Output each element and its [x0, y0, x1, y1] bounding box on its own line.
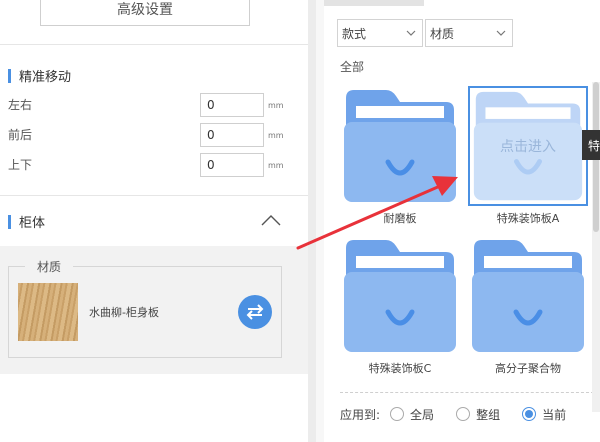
material-tile[interactable]	[340, 236, 460, 356]
front-back-label: 前后	[8, 128, 33, 142]
left-right-unit: mm	[268, 101, 284, 110]
apply-global-option[interactable]: 全局	[390, 406, 434, 423]
left-right-input[interactable]: 0	[200, 93, 264, 117]
panel-splitter[interactable]	[308, 0, 316, 442]
material-tile[interactable]	[468, 236, 588, 356]
material-name: 水曲柳-柜身板	[89, 306, 159, 319]
tile-label: 特殊装饰板C	[368, 362, 432, 375]
enter-hint: 点击进入	[500, 139, 556, 155]
apply-to-row: 应用到: 全局 整组 当前	[340, 404, 588, 424]
chevron-up-icon[interactable]	[260, 212, 282, 228]
radio-global[interactable]	[390, 407, 405, 421]
material-section: 材质 水曲柳-柜身板	[0, 246, 308, 374]
front-back-input[interactable]: 0	[200, 123, 264, 147]
divider	[0, 195, 308, 196]
material-filter-select[interactable]: 材质	[425, 19, 513, 47]
section-accent-bar	[8, 68, 11, 83]
advanced-settings-button[interactable]: 高级设置	[40, 0, 250, 26]
chevron-down-icon	[406, 30, 416, 36]
up-down-label: 上下	[8, 158, 33, 172]
style-filter-select[interactable]: 款式	[337, 19, 423, 47]
folder-icon	[344, 240, 456, 352]
swap-material-button[interactable]	[238, 295, 272, 329]
app-window: 高级设置 精准移动 左右 0 mm 前后 0 mm 上下 0 mm 柜体 材质 …	[0, 0, 600, 442]
material-box: 材质 水曲柳-柜身板	[8, 258, 282, 358]
radio-current[interactable]	[522, 407, 537, 421]
divider	[0, 44, 308, 45]
wood-texture-swatch	[18, 283, 78, 341]
folder-icon	[344, 90, 456, 202]
dashed-separator	[340, 392, 594, 393]
radio-group[interactable]	[456, 407, 471, 421]
precise-move-title: 精准移动	[19, 70, 72, 85]
chevron-down-icon	[496, 30, 506, 36]
tile-label: 特殊装饰板A	[496, 212, 560, 225]
apply-global-label: 全局	[410, 407, 435, 422]
apply-group-label: 整组	[476, 407, 501, 422]
properties-panel: 高级设置 精准移动 左右 0 mm 前后 0 mm 上下 0 mm 柜体 材质 …	[0, 0, 308, 442]
apply-current-option[interactable]: 当前	[522, 406, 566, 423]
apply-group-option[interactable]: 整组	[456, 406, 500, 423]
tile-label: 高分子聚合物	[495, 362, 561, 375]
cabinet-header[interactable]: 柜体	[8, 212, 45, 231]
swap-icon	[246, 304, 264, 320]
section-accent-bar	[8, 214, 11, 229]
cabinet-title: 柜体	[19, 216, 46, 231]
up-down-unit: mm	[268, 161, 284, 170]
tooltip: 特	[582, 130, 600, 160]
material-library-panel: 款式 材质 全部 耐磨板 点击进入 特殊装饰板A 特殊装饰板C 高分子聚合物 应…	[316, 0, 600, 442]
tooltip-text: 特	[588, 138, 600, 153]
material-tile[interactable]	[340, 86, 460, 206]
folder-icon	[472, 240, 584, 352]
style-filter-value: 款式	[342, 26, 367, 41]
material-filter-value: 材质	[430, 26, 455, 41]
material-legend: 材质	[25, 258, 74, 275]
precise-move-header: 精准移动	[8, 66, 71, 85]
library-content: 款式 材质 全部 耐磨板 点击进入 特殊装饰板A 特殊装饰板C 高分子聚合物 应…	[324, 0, 600, 442]
apply-current-label: 当前	[542, 407, 567, 422]
up-down-input[interactable]: 0	[200, 153, 264, 177]
top-tab-strip	[324, 0, 424, 6]
apply-to-label: 应用到:	[340, 407, 381, 422]
tile-label: 耐磨板	[383, 212, 417, 225]
left-right-label: 左右	[8, 98, 33, 112]
front-back-unit: mm	[268, 131, 284, 140]
category-all-label: 全部	[340, 60, 365, 74]
material-tile-selected[interactable]: 点击进入	[468, 86, 588, 206]
